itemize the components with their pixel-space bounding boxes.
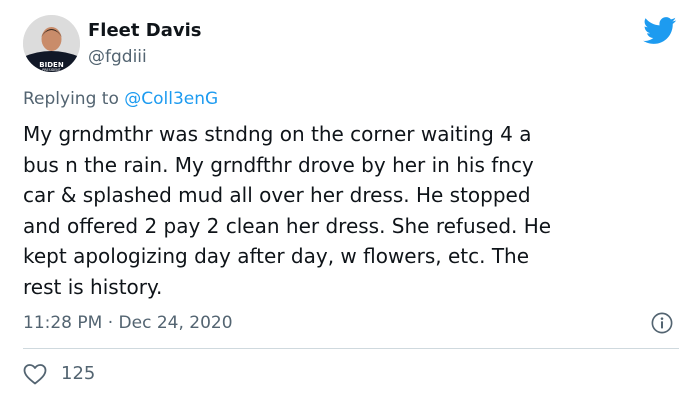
tweet-timestamp[interactable]: 11:28 PM · Dec 24, 2020 [23,310,233,336]
like-count[interactable]: 125 [61,361,95,387]
avatar[interactable]: BIDEN PRESIDENT [23,15,80,72]
replying-to-prefix: Replying to [23,89,125,109]
author-handle[interactable]: @fgdiii [88,46,147,68]
replying-to-link[interactable]: @Coll3enG [124,89,218,109]
author-display-name[interactable]: Fleet Davis [88,19,201,43]
heart-icon[interactable] [23,363,47,385]
avatar-shirt-subtext: PRESIDENT [42,68,62,72]
replying-to: Replying to @Coll3enG [23,87,218,111]
twitter-bird-icon[interactable] [643,17,677,45]
info-icon[interactable] [651,312,673,334]
divider [23,348,679,349]
tweet-text: My grndmthr was stndng on the corner wai… [23,122,552,299]
